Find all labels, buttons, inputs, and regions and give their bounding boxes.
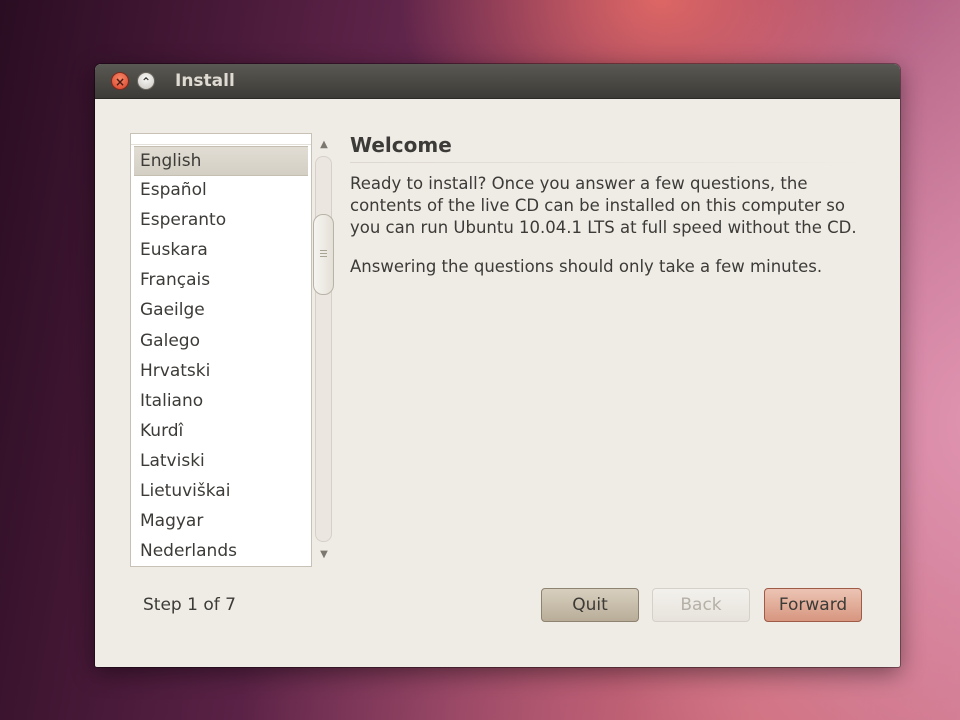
title-bar[interactable]: × ⌃ Install bbox=[95, 64, 900, 99]
page-title: Welcome bbox=[350, 133, 452, 157]
arrow-up-icon[interactable]: ▲ bbox=[317, 138, 331, 152]
language-list[interactable]: English Español Esperanto Euskara França… bbox=[130, 133, 312, 567]
language-item-nederlands[interactable]: Nederlands bbox=[134, 537, 308, 566]
step-indicator: Step 1 of 7 bbox=[143, 595, 236, 615]
desktop-background: { "window": { "title": "Install", "close… bbox=[0, 0, 960, 720]
welcome-duration-note: Answering the questions should only take… bbox=[350, 257, 823, 276]
language-item-magyar[interactable]: Magyar bbox=[134, 507, 308, 537]
language-item-latviski[interactable]: Latviski bbox=[134, 447, 308, 477]
language-rows: English Español Esperanto Euskara França… bbox=[134, 146, 308, 566]
language-item-english[interactable]: English bbox=[134, 146, 308, 177]
window-title: Install bbox=[175, 71, 235, 91]
language-item-hrvatski[interactable]: Hrvatski bbox=[134, 357, 308, 387]
language-item-esperanto[interactable]: Esperanto bbox=[134, 206, 308, 236]
scrollbar-grip bbox=[320, 250, 327, 251]
language-item-francais[interactable]: Français bbox=[134, 266, 308, 296]
arrow-down-icon[interactable]: ▼ bbox=[317, 548, 331, 562]
forward-button[interactable]: Forward bbox=[764, 588, 862, 622]
close-icon[interactable]: × bbox=[111, 72, 129, 90]
language-item-gaeilge[interactable]: Gaeilge bbox=[134, 296, 308, 326]
scrollbar-thumb[interactable] bbox=[313, 214, 334, 295]
minimize-icon[interactable]: ⌃ bbox=[137, 72, 155, 90]
language-item-euskara[interactable]: Euskara bbox=[134, 236, 308, 266]
back-button[interactable]: Back bbox=[652, 588, 750, 622]
language-item-espanol[interactable]: Español bbox=[134, 176, 308, 206]
heading-divider bbox=[350, 162, 865, 163]
list-top-separator bbox=[131, 134, 311, 145]
quit-button[interactable]: Quit bbox=[541, 588, 639, 622]
language-item-italiano[interactable]: Italiano bbox=[134, 387, 308, 417]
language-item-kurdi[interactable]: Kurdî bbox=[134, 417, 308, 447]
installer-window: × ⌃ Install English Español Esperanto Eu… bbox=[95, 64, 900, 667]
welcome-description: Ready to install? Once you answer a few … bbox=[350, 174, 857, 237]
language-item-galego[interactable]: Galego bbox=[134, 327, 308, 357]
language-item-lietuviskai[interactable]: Lietuviškai bbox=[134, 477, 308, 507]
